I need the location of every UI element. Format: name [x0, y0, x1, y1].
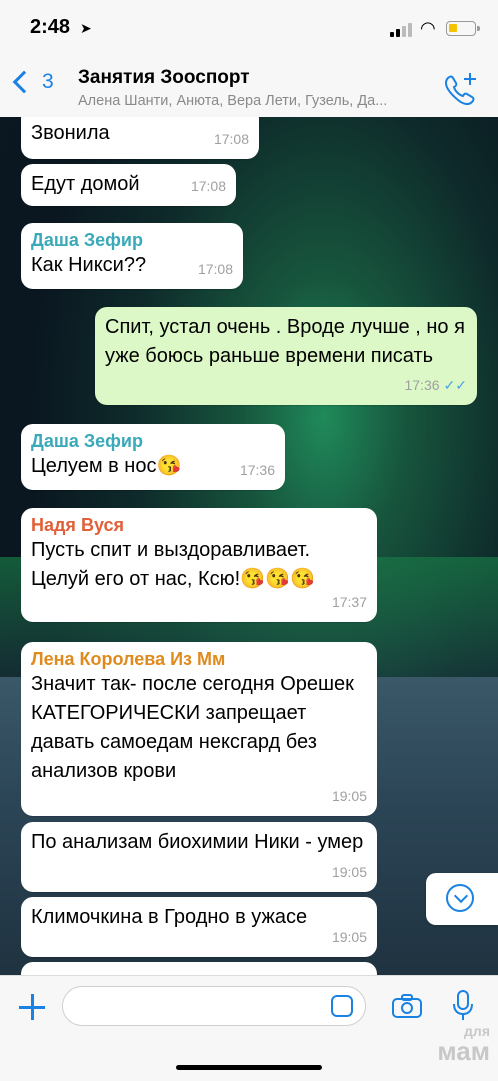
- message-time: 17:36: [239, 462, 275, 478]
- message-text: Пусть спит и выздоравливает. Целуй его о…: [31, 539, 315, 590]
- chat-participants[interactable]: Алена Шанти, Анюта, Вера Лети, Гузель, Д…: [78, 93, 438, 109]
- chat-title[interactable]: Занятия Зооспорт: [78, 67, 250, 89]
- camera-icon[interactable]: [392, 994, 422, 1018]
- sender-name[interactable]: Лена Королева Из Мм: [31, 648, 367, 670]
- message-time: 19:05: [331, 929, 367, 945]
- message-bubble[interactable]: Даша Зефир Как Никси?? 17:08: [21, 223, 243, 289]
- add-call-icon[interactable]: [440, 70, 480, 110]
- message-time: 17:08: [197, 261, 233, 277]
- message-text: Спит, устал очень . Вроде лучше , но я у…: [105, 316, 465, 367]
- message-bubble-partial[interactable]: [21, 962, 377, 975]
- sender-name[interactable]: Даша Зефир: [31, 430, 275, 452]
- back-unread-count: 3: [42, 70, 54, 93]
- status-time: 2:48: [30, 16, 71, 38]
- back-button[interactable]: 3: [10, 70, 54, 94]
- signal-icon: [390, 23, 412, 37]
- message-text: Значит так- после сегодня Орешек КАТЕГОР…: [31, 673, 354, 782]
- chevron-left-icon: [12, 70, 36, 94]
- outgoing-message-bubble[interactable]: Спит, устал очень . Вроде лучше , но я у…: [95, 307, 477, 405]
- battery-icon: [446, 21, 480, 36]
- wifi-icon: ◠: [420, 18, 436, 38]
- message-bubble[interactable]: По анализам биохимии Ники - умер 19:05: [21, 822, 377, 892]
- message-time: 17:37: [331, 594, 367, 610]
- chevron-down-icon: [446, 884, 474, 912]
- location-arrow-icon: ➤: [80, 20, 92, 36]
- sticker-icon[interactable]: [331, 995, 353, 1017]
- message-time: 17:08: [190, 178, 226, 194]
- microphone-icon[interactable]: [452, 990, 474, 1022]
- scroll-to-bottom-button[interactable]: [426, 873, 498, 925]
- message-bubble[interactable]: Даша Зефир Целуем в нос😘 17:36: [21, 424, 285, 490]
- message-time: 17:08: [213, 131, 249, 147]
- message-text: По анализам биохимии Ники - умер: [31, 831, 364, 853]
- chat-area[interactable]: Звонила 17:08 Едут домой 17:08 Даша Зефи…: [0, 117, 498, 975]
- read-receipt-icon: ✓✓: [443, 377, 467, 393]
- sender-name[interactable]: Даша Зефир: [31, 229, 233, 251]
- message-time: 17:36 ✓✓: [404, 377, 467, 393]
- chat-header: 3 Занятия Зооспорт Алена Шанти, Анюта, В…: [0, 62, 498, 118]
- message-text: Целуем в нос😘: [31, 455, 182, 477]
- message-bubble[interactable]: Лена Королева Из Мм Значит так- после се…: [21, 642, 377, 816]
- status-bar: 2:48 ➤ ◠: [0, 0, 498, 62]
- watermark: для мам: [437, 1023, 490, 1066]
- message-time: 19:05: [331, 788, 367, 804]
- sender-name[interactable]: Надя Вуся: [31, 514, 367, 536]
- home-indicator: [176, 1065, 322, 1070]
- attach-plus-icon[interactable]: [18, 993, 46, 1021]
- message-bubble[interactable]: Звонила 17:08: [21, 117, 259, 159]
- message-bubble[interactable]: Едут домой 17:08: [21, 164, 236, 206]
- message-input[interactable]: [62, 986, 366, 1026]
- message-bubble[interactable]: Климочкина в Гродно в ужасе 19:05: [21, 897, 377, 957]
- message-text: Климочкина в Гродно в ужасе: [31, 906, 308, 928]
- message-time: 19:05: [331, 864, 367, 880]
- message-bubble[interactable]: Надя Вуся Пусть спит и выздоравливает. Ц…: [21, 508, 377, 622]
